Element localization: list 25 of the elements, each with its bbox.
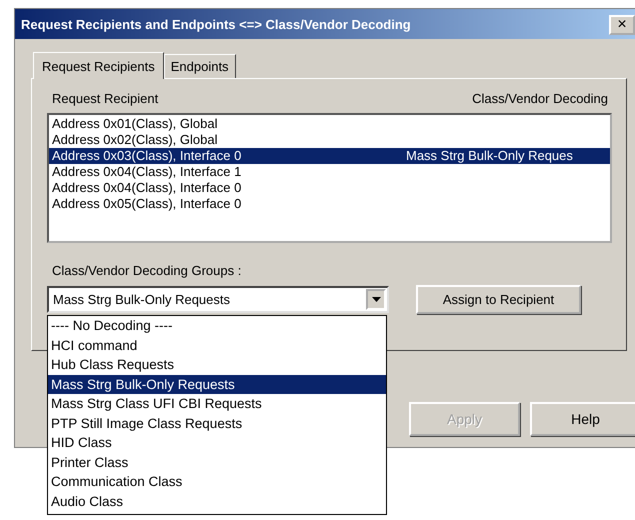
list-row[interactable]: Address 0x05(Class), Interface 0 <box>49 196 610 212</box>
dropdown-option[interactable]: HID Class <box>48 433 386 452</box>
dialog-button[interactable]: Help <box>530 402 635 436</box>
list-row[interactable]: Address 0x04(Class), Interface 1 <box>49 164 610 180</box>
assign-button[interactable]: Assign to Recipient <box>416 285 581 314</box>
dropdown-option[interactable]: Communication Class <box>48 472 386 492</box>
tab[interactable]: Endpoints <box>164 54 236 78</box>
dropdown-option[interactable]: Mass Strg Bulk-Only Requests <box>48 374 386 394</box>
dropdown-option[interactable]: Mass Strg Class UFI CBI Requests <box>48 394 386 414</box>
dropdown-option[interactable]: ---- No Decoding ---- <box>48 316 386 336</box>
list-row[interactable]: Address 0x01(Class), Global <box>49 116 610 132</box>
dropdown-option[interactable]: HCI command <box>48 336 386 355</box>
list-row[interactable]: Address 0x04(Class), Interface 0 <box>49 180 610 196</box>
column-header: Request Recipient <box>52 91 158 108</box>
list-row[interactable]: Address 0x03(Class), Interface 0 Mass Strg Bulk-Only Reques <box>49 148 610 164</box>
close-button[interactable]: × <box>609 15 635 35</box>
list-row[interactable]: Address 0x02(Class), Global <box>49 132 610 148</box>
dropdown-option[interactable]: Printer Class <box>48 452 386 472</box>
dropdown-option[interactable]: Hub Class Requests <box>48 355 386 374</box>
column-header: Class/Vendor Decoding <box>472 91 608 108</box>
window-title: Request Recipients and Endpoints <=> Class/Vendor Decoding <box>21 16 411 32</box>
dropdown-option[interactable]: PTP Still Image Class Requests <box>48 414 386 433</box>
groups-label: Class/Vendor Decoding Groups : <box>51 263 242 280</box>
dropdown-option[interactable]: Audio Class <box>48 492 386 511</box>
tab[interactable]: Request Recipients <box>33 52 164 79</box>
